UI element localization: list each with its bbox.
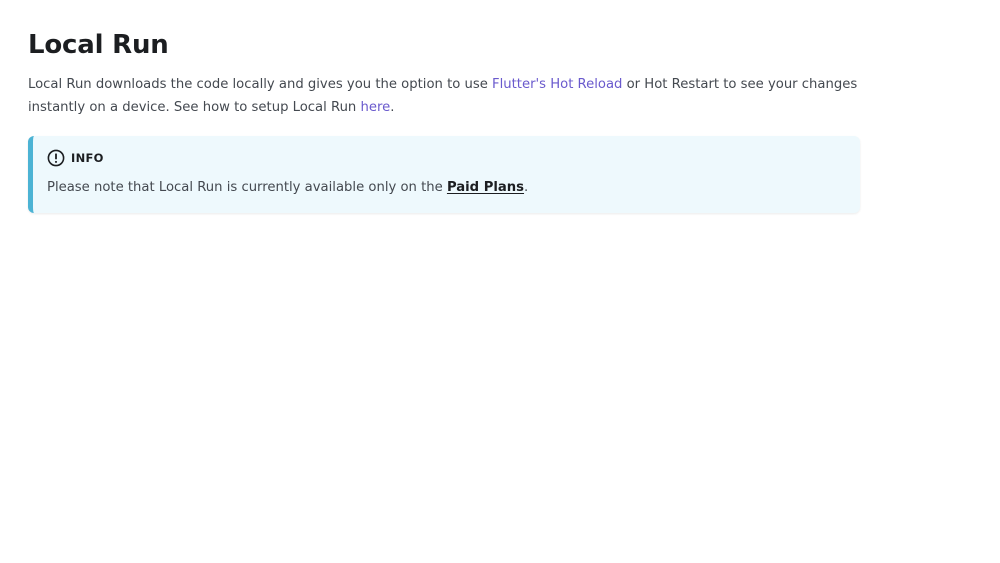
admonition-label: INFO (71, 151, 104, 165)
admonition-text-1: Please note that Local Run is currently … (47, 180, 447, 195)
info-admonition: INFO Please note that Local Run is curre… (28, 136, 860, 213)
page-title: Local Run (28, 30, 169, 60)
intro-paragraph: Local Run downloads the code locally and… (28, 73, 860, 119)
doc-page: Local Run Local Run downloads the code l… (0, 0, 1000, 563)
info-circle-icon (47, 149, 65, 167)
setup-here-link[interactable]: here (360, 100, 390, 115)
admonition-heading: INFO (47, 149, 844, 167)
intro-text-1: Local Run downloads the code locally and… (28, 77, 493, 92)
paid-plans-link[interactable]: Paid Plans (447, 180, 524, 195)
admonition-body: Please note that Local Run is currently … (47, 178, 844, 198)
admonition-text-2: . (524, 180, 529, 195)
intro-text-3: . (390, 100, 395, 115)
flutter-hot-reload-link[interactable]: Flutter's Hot Reload (492, 77, 622, 92)
